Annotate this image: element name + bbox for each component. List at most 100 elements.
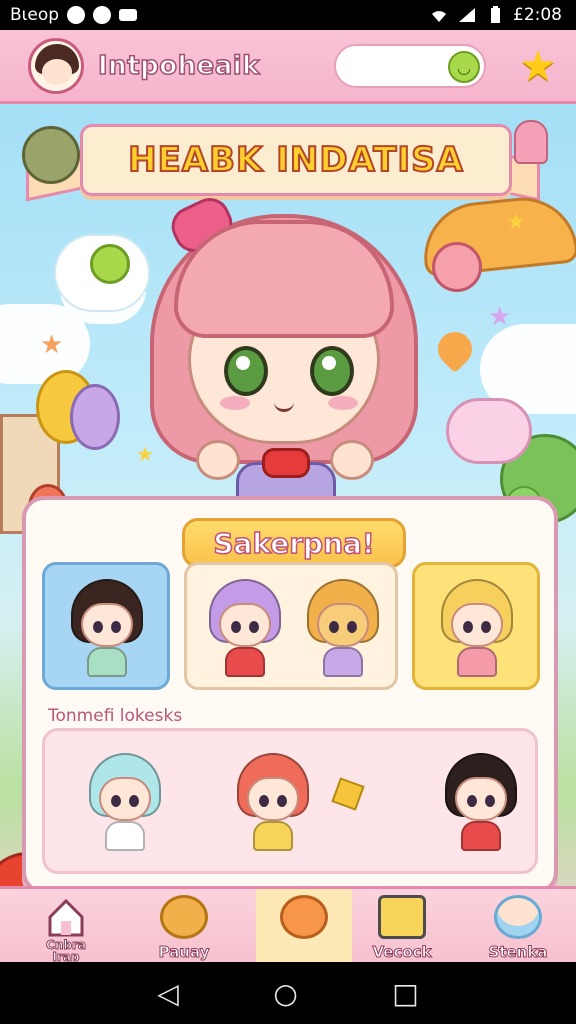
search-input[interactable]: ◡ (334, 44, 486, 88)
nav-label: Pauay (158, 943, 210, 962)
title-banner: HEABK INDATISA (80, 124, 512, 196)
battery-icon (491, 6, 500, 23)
bottom-nav: Cnbra Irap Pauay Vecock Stenka (0, 886, 576, 965)
nav-item-friends[interactable]: Stenka (470, 889, 566, 965)
bear-icon (160, 895, 208, 939)
app-title: Intpoheaik (97, 50, 260, 82)
chibi-body (457, 647, 497, 677)
nav-item-home[interactable]: Cnbra Irap (18, 889, 114, 965)
magnifier-icon (90, 244, 130, 284)
nav-label: Cnbra Irap (46, 938, 87, 964)
character-card[interactable] (412, 562, 540, 690)
status-left: Bιeop (10, 5, 138, 25)
chibi-eye (249, 621, 259, 633)
chibi-body (87, 647, 127, 677)
chibi-body (253, 821, 293, 851)
chibi-eye (93, 621, 103, 633)
character-select-panel: Sakerpna! Tonmefi lokesks (22, 496, 558, 894)
nav-item-bear[interactable]: Pauay (136, 889, 232, 965)
chibi-body (323, 647, 363, 677)
chibi-body (225, 647, 265, 677)
profile-avatar[interactable] (28, 37, 84, 94)
home-button-icon[interactable]: ○ (273, 977, 297, 1010)
chibi-eye (277, 795, 287, 807)
chibi-eye (467, 795, 477, 807)
chibi-bear (303, 577, 383, 681)
chibi-face (219, 603, 271, 647)
section-label: Tonmefi lokesks (48, 706, 183, 726)
game-scene: HEABK INDATISA ★ ★ ★ ★ ★ (0, 104, 576, 962)
hero-bow-tie (262, 448, 310, 478)
chibi-eye (259, 795, 269, 807)
chibi-eye (463, 621, 473, 633)
status-right: £2:08 (429, 5, 562, 25)
mascot-icon[interactable] (22, 126, 80, 184)
chibi-eye (231, 621, 241, 633)
chibi-purple-hair (205, 577, 285, 681)
shop-card-icon (378, 895, 426, 939)
star-icon[interactable]: ★ (516, 44, 560, 88)
star-decoration: ★ (506, 210, 526, 235)
hero-hand-left (196, 440, 240, 480)
hero-eye-right (310, 346, 354, 396)
notification-icon (67, 6, 86, 24)
nav-item-shop[interactable]: Vecock (354, 889, 450, 965)
panel-title-tag: Sakerpna! (182, 518, 406, 568)
chibi-eye (329, 621, 339, 633)
back-icon[interactable]: ◁ (157, 977, 179, 1010)
character-card[interactable] (184, 562, 398, 690)
character-card[interactable] (42, 562, 170, 690)
hero-blush-left (220, 396, 250, 410)
chibi-face (247, 777, 299, 821)
chibi-eye (111, 795, 121, 807)
chibi-red-hair[interactable] (233, 751, 313, 855)
chibi-dark-hair (67, 577, 147, 681)
hero-bangs (174, 220, 394, 338)
balloon-purple (70, 384, 120, 450)
chibi-black-hair[interactable] (441, 751, 521, 855)
system-nav-bar: ◁ ○ □ (0, 962, 576, 1024)
chibi-eye (485, 795, 495, 807)
chibi-face (81, 603, 133, 647)
strawberry-decoration (432, 242, 482, 292)
octopus-icon (514, 120, 548, 164)
hero-blush-right (328, 396, 358, 410)
item-icon (331, 777, 365, 811)
carrier-text: Bιeop (10, 5, 60, 25)
chibi-eye (347, 621, 357, 633)
wifi-icon (432, 11, 446, 22)
recent-apps-icon[interactable]: □ (392, 977, 418, 1010)
status-bar: Bιeop £2:08 (0, 0, 576, 30)
character-icon (280, 895, 328, 939)
hero-eye-left (224, 346, 268, 396)
chibi-face (451, 603, 503, 647)
hero-character (150, 191, 418, 506)
chibi-face (455, 777, 507, 821)
chibi-eye (129, 795, 139, 807)
app-header: Intpoheaik ◡ ★ (0, 30, 576, 104)
chibi-body (461, 821, 501, 851)
avatar-face (42, 58, 72, 85)
chibi-face (317, 603, 369, 647)
chibi-face (99, 777, 151, 821)
nav-item-character[interactable] (256, 889, 352, 965)
cloud-character-icon (446, 398, 532, 464)
friend-icon (494, 895, 542, 939)
nav-label: Vecock (372, 943, 432, 962)
panel-title: Sakerpna! (213, 526, 376, 561)
home-icon (48, 898, 84, 937)
message-icon (119, 9, 138, 21)
banner-title: HEABK INDATISA (127, 139, 464, 181)
smiley-icon[interactable]: ◡ (448, 51, 480, 83)
chibi-blonde-hair (437, 577, 517, 681)
clock: £2:08 (513, 5, 562, 25)
star-decoration: ★ (488, 302, 512, 332)
nav-label: Stenka (488, 943, 548, 962)
chibi-body (105, 821, 145, 851)
chibi-eye (481, 621, 491, 633)
heart-decoration (430, 324, 480, 374)
sync-icon (93, 6, 112, 24)
chibi-mint-hair[interactable] (85, 751, 165, 855)
character-gallery (42, 728, 538, 874)
hero-hand-right (330, 440, 374, 480)
